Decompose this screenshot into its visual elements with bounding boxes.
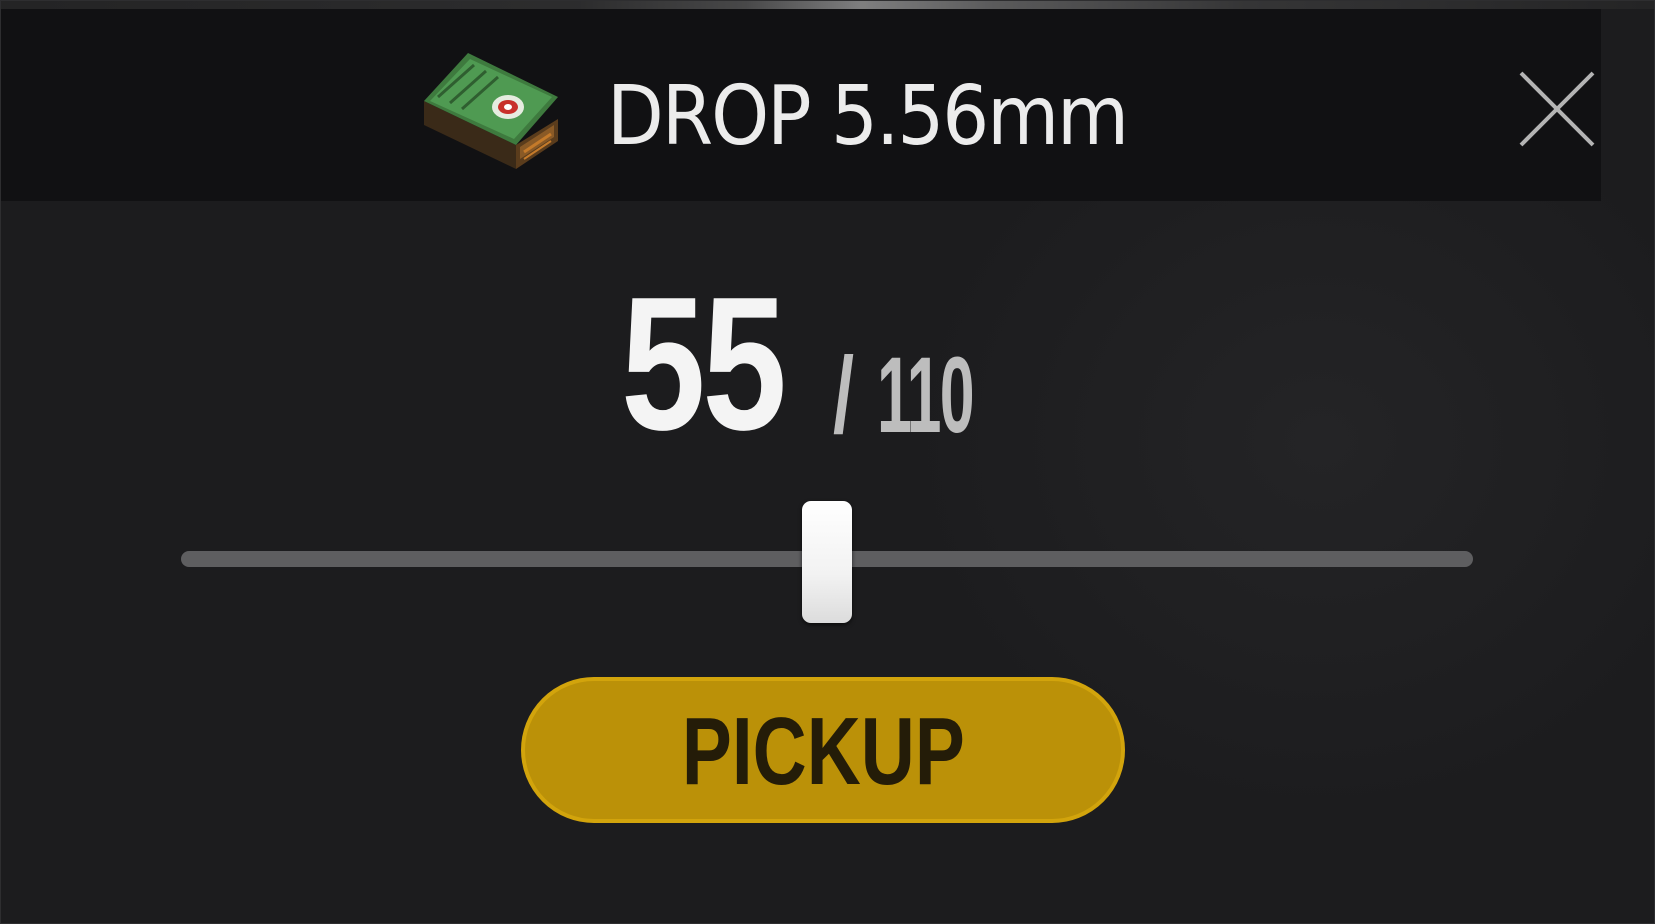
pickup-button-label: PICKUP <box>681 698 965 805</box>
slider-thumb[interactable] <box>802 501 852 623</box>
close-button[interactable] <box>1513 65 1601 153</box>
current-quantity: 55 <box>621 258 787 470</box>
dialog-title: DROP 5.56mm <box>607 69 1129 164</box>
ammo-box-icon <box>424 53 558 169</box>
quantity-separator: / <box>833 334 855 455</box>
max-quantity: 110 <box>877 334 975 455</box>
dialog-header: DROP 5.56mm <box>1 9 1601 201</box>
close-icon <box>1519 71 1595 147</box>
background-strip <box>1 1 1654 9</box>
pickup-button[interactable]: PICKUP <box>521 677 1125 823</box>
quantity-slider[interactable] <box>181 501 1473 623</box>
drop-quantity-dialog: DROP 5.56mm 55 / 110 PICKUP <box>0 0 1655 924</box>
quantity-counter: 55 / 110 <box>621 258 975 470</box>
